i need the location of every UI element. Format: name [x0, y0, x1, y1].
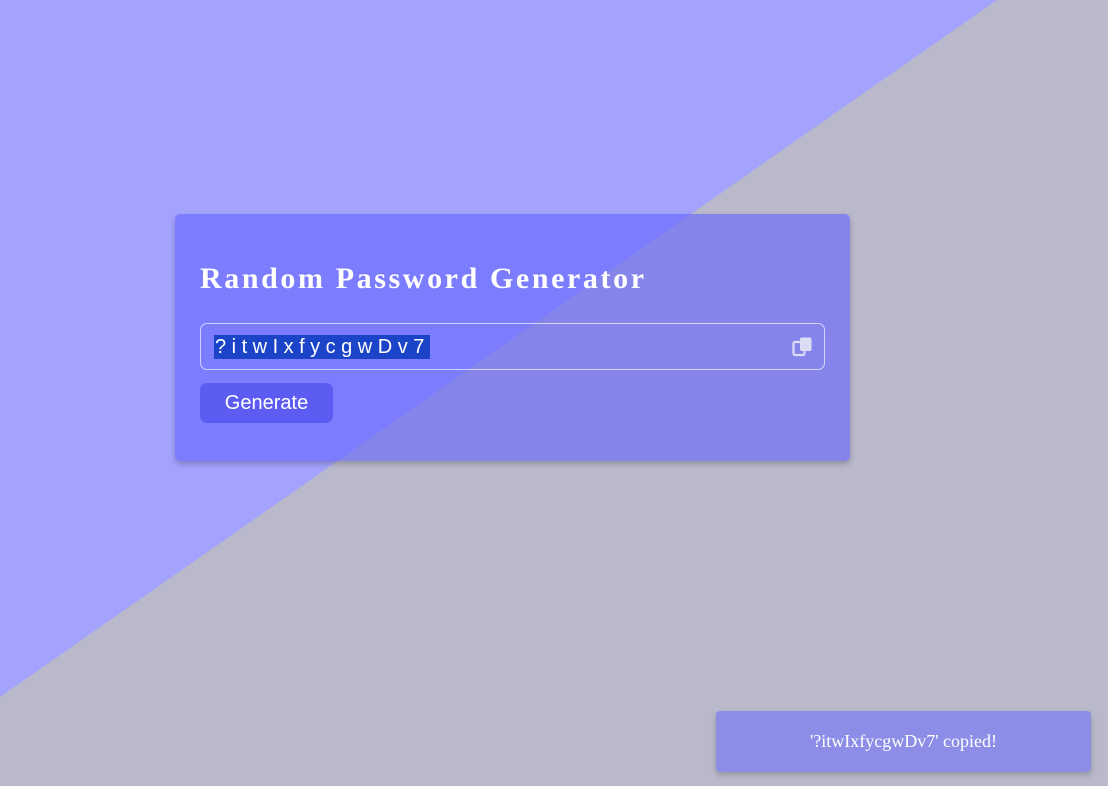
- copied-toast: '?itwIxfycgwDv7' copied!: [716, 711, 1091, 772]
- password-field[interactable]: ?itwIxfycgwDv7: [200, 323, 825, 370]
- generate-button[interactable]: Generate: [200, 383, 333, 423]
- toast-message: '?itwIxfycgwDv7' copied!: [810, 731, 997, 751]
- page-title: Random Password Generator: [200, 262, 647, 295]
- password-value[interactable]: ?itwIxfycgwDv7: [214, 335, 430, 359]
- copy-icon[interactable]: [792, 336, 814, 358]
- password-generator-card: Random Password Generator ?itwIxfycgwDv7…: [175, 214, 850, 461]
